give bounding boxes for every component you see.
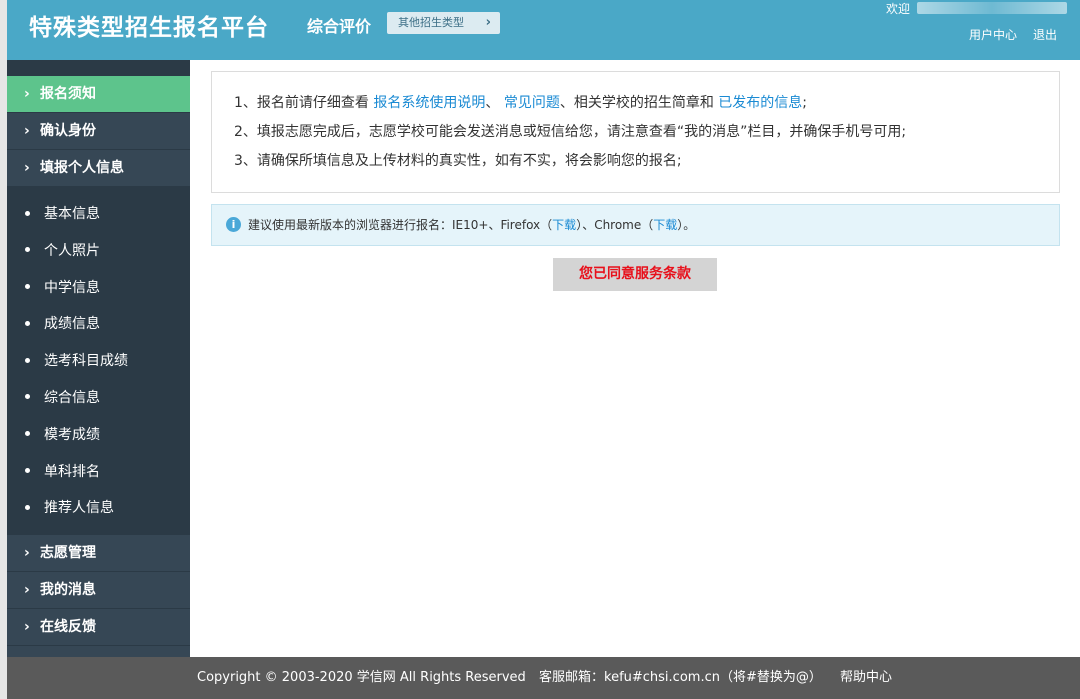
submenu-item-label: 模考成绩: [44, 426, 100, 443]
agreed-terms-button[interactable]: 您已同意服务条款: [553, 258, 717, 291]
notice-text: 1、报名前请仔细查看: [234, 95, 369, 111]
faq-link[interactable]: 常见问题: [504, 95, 560, 111]
firefox-download-link[interactable]: 下载: [552, 218, 576, 232]
sidebar-item-label: 在线反馈: [40, 619, 96, 636]
submenu-item-label: 单科排名: [44, 463, 100, 480]
tip-text: 建议使用最新版本的浏览器进行报名：IE10+、Firefox（: [248, 218, 553, 232]
submenu-item-label: 选考科目成绩: [44, 353, 128, 370]
submenu-item-label: 中学信息: [44, 279, 100, 296]
bullet-icon: [25, 468, 30, 474]
bullet-icon: [25, 394, 30, 400]
chevron-right-icon: ›: [24, 582, 30, 599]
user-center-link[interactable]: 用户中心: [969, 26, 1017, 43]
admission-type-title: 综合评价: [307, 17, 372, 36]
bullet-icon: [25, 284, 30, 290]
notice-text: ;: [802, 95, 807, 111]
left-edge: [0, 0, 7, 699]
chevron-right-icon: ›: [24, 545, 30, 562]
header: 特殊类型招生报名平台 综合评价 其他招生类型 › 欢迎 用户中心 退出: [7, 0, 1080, 60]
support-email: 客服邮箱：kefu#chsi.com.cn（将#替换为@）: [539, 670, 822, 685]
bullet-icon: [25, 504, 30, 510]
chevron-right-icon: ›: [24, 123, 30, 139]
chevron-right-icon: ›: [24, 86, 30, 102]
bullet-icon: [25, 357, 30, 363]
tip-text: ）、Chrome（: [576, 218, 654, 232]
bullet-icon: [25, 210, 30, 216]
info-icon: i: [226, 217, 241, 232]
sidebar-item-personal-info[interactable]: › 填报个人信息: [7, 150, 190, 187]
logout-link[interactable]: 退出: [1033, 26, 1057, 43]
sidebar-item-notice[interactable]: › 报名须知: [7, 76, 190, 113]
bullet-icon: [25, 247, 30, 253]
chrome-download-link[interactable]: 下载: [653, 218, 677, 232]
submenu-item-photo[interactable]: 个人照片: [7, 233, 190, 270]
submenu-item-label: 成绩信息: [44, 316, 100, 333]
notice-line-1: 1、报名前请仔细查看 报名系统使用说明、 常见问题、相关学校的招生简章和 已发布…: [234, 92, 1059, 121]
sidebar-item-messages[interactable]: › 我的消息: [7, 572, 190, 610]
sidebar-item-label: 志愿管理: [40, 545, 96, 562]
tip-text: ）。: [677, 218, 696, 232]
sidebar-item-label: 我的消息: [40, 582, 96, 599]
chevron-right-icon: ›: [24, 619, 30, 636]
notice-text: 、相关学校的招生简章和: [559, 95, 714, 111]
chevron-right-icon: ›: [485, 15, 491, 30]
other-types-button[interactable]: 其他招生类型 ›: [387, 12, 500, 34]
notice-separator: 、: [485, 95, 500, 111]
sidebar-spacer: [7, 60, 190, 76]
personal-info-submenu: 基本信息 个人照片 中学信息 成绩信息 选考科目成绩 综合信息 模考成绩 单科排…: [7, 187, 190, 536]
system-guide-link[interactable]: 报名系统使用说明: [373, 95, 485, 111]
submenu-item-school-info[interactable]: 中学信息: [7, 270, 190, 307]
submenu-item-subject-ranking[interactable]: 单科排名: [7, 454, 190, 491]
submenu-item-referrer-info[interactable]: 推荐人信息: [7, 490, 190, 527]
notice-box: 1、报名前请仔细查看 报名系统使用说明、 常见问题、相关学校的招生简章和 已发布…: [211, 71, 1060, 193]
submenu-item-comprehensive-info[interactable]: 综合信息: [7, 380, 190, 417]
submenu-item-basic-info[interactable]: 基本信息: [7, 196, 190, 233]
other-types-label: 其他招生类型: [398, 16, 464, 29]
submenu-item-label: 基本信息: [44, 206, 100, 222]
submenu-item-label: 综合信息: [44, 389, 100, 406]
submenu-item-grades[interactable]: 成绩信息: [7, 306, 190, 343]
published-info-link[interactable]: 已发布的信息: [718, 95, 802, 111]
submenu-item-label: 推荐人信息: [44, 500, 114, 517]
sidebar-item-label: 填报个人信息: [40, 160, 124, 176]
sidebar: › 报名须知 › 确认身份 › 填报个人信息 基本信息 个人照片 中学信息 成绩信息 …: [7, 60, 190, 657]
submenu-item-mock-exam[interactable]: 模考成绩: [7, 417, 190, 454]
copyright-text: Copyright © 2003-2020 学信网 All Rights Res…: [197, 670, 526, 685]
blurred-username: [917, 2, 1067, 14]
notice-line-2: 2、填报志愿完成后，志愿学校可能会发送消息或短信给您，请注意查看“我的消息”栏目…: [234, 124, 907, 140]
welcome-text: 欢迎: [886, 2, 911, 16]
sidebar-item-label: 报名须知: [40, 86, 96, 102]
footer: Copyright © 2003-2020 学信网 All Rights Res…: [7, 657, 1080, 699]
sidebar-item-label: 确认身份: [40, 123, 96, 139]
sidebar-item-confirm-identity[interactable]: › 确认身份: [7, 113, 190, 150]
help-center-link[interactable]: 帮助中心: [840, 657, 892, 699]
browser-tip: i 建议使用最新版本的浏览器进行报名：IE10+、Firefox（下载）、Chro…: [211, 204, 1060, 246]
bullet-icon: [25, 431, 30, 437]
chevron-right-icon: ›: [24, 160, 30, 176]
bullet-icon: [25, 320, 30, 326]
submenu-item-label: 个人照片: [44, 242, 100, 259]
platform-title: 特殊类型招生报名平台: [29, 15, 269, 41]
notice-line-3: 3、请确保所填信息及上传材料的真实性，如有不实，将会影响您的报名;: [234, 153, 682, 169]
submenu-item-elective-grades[interactable]: 选考科目成绩: [7, 343, 190, 380]
sidebar-item-application-management[interactable]: › 志愿管理: [7, 535, 190, 573]
sidebar-item-feedback[interactable]: › 在线反馈: [7, 609, 190, 647]
